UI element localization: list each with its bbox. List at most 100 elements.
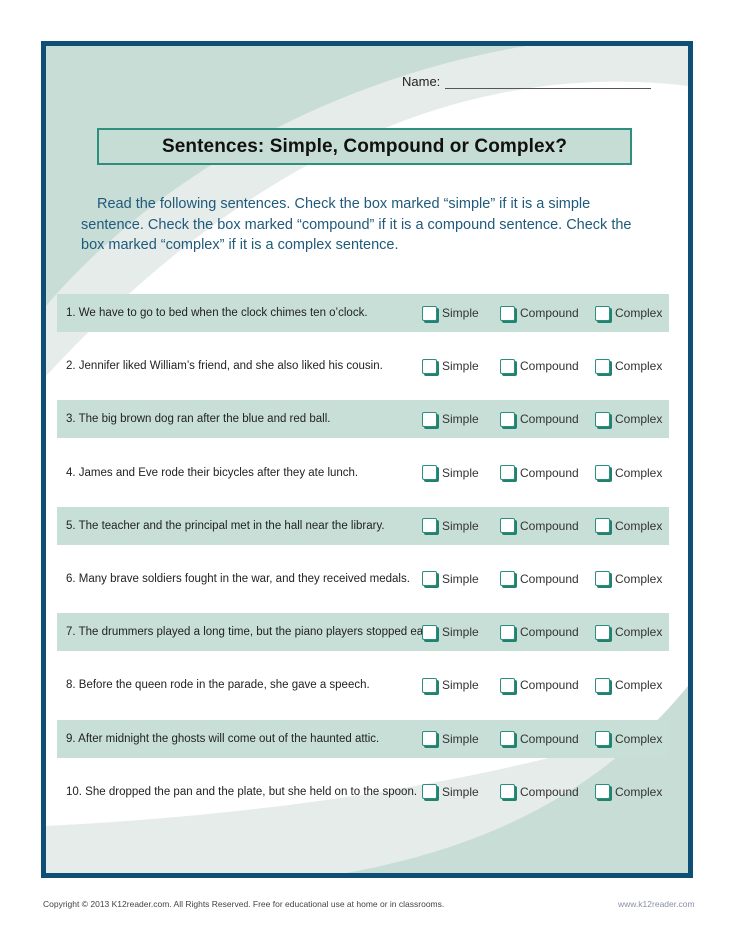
option-simple[interactable]: Simple xyxy=(422,358,479,374)
sentence-text: 5. The teacher and the principal met in … xyxy=(66,519,385,532)
option-label: Simple xyxy=(442,359,479,374)
option-complex[interactable]: Complex xyxy=(595,731,662,746)
worksheet-frame: Name: Sentences: Simple, Compound or Com… xyxy=(41,41,693,878)
option-complex[interactable]: Complex xyxy=(595,571,662,587)
option-simple[interactable]: Simple xyxy=(422,465,479,481)
option-label: Compound xyxy=(520,571,579,586)
option-compound[interactable]: Compound xyxy=(500,731,579,746)
checkbox-compound[interactable] xyxy=(500,784,515,800)
option-label: Complex xyxy=(615,359,663,374)
option-simple[interactable]: Simple xyxy=(422,784,479,800)
option-simple[interactable]: Simple xyxy=(422,305,479,321)
option-simple[interactable]: Simple xyxy=(422,571,479,587)
option-complex[interactable]: Complex xyxy=(595,677,663,693)
name-field[interactable]: Name: xyxy=(402,74,652,89)
checkbox-simple[interactable] xyxy=(422,677,437,693)
checkbox-compound[interactable] xyxy=(500,677,515,693)
checkbox-compound[interactable] xyxy=(500,305,515,321)
option-compound[interactable]: Compound xyxy=(500,571,579,587)
option-label: Complex xyxy=(615,306,663,320)
sentence-row: 1. We have to go to bed when the clock c… xyxy=(57,294,669,332)
site-url[interactable]: www.k12reader.com xyxy=(618,899,695,909)
option-label: Simple xyxy=(442,465,479,480)
instructions: Read the following sentences. Check the … xyxy=(81,196,632,253)
option-label: Simple xyxy=(442,518,479,533)
option-complex[interactable]: Complex xyxy=(595,784,662,800)
option-label: Complex xyxy=(615,465,663,480)
option-complex[interactable]: Complex xyxy=(595,624,663,640)
checkbox-complex[interactable] xyxy=(595,358,610,374)
checkbox-simple[interactable] xyxy=(422,305,437,321)
sentence-row: 5. The teacher and the principal met in … xyxy=(57,506,669,545)
sentence-row: 10. She dropped the pan and the plate, b… xyxy=(57,773,669,811)
checkbox-complex[interactable] xyxy=(595,624,610,640)
option-compound[interactable]: Compound xyxy=(500,465,579,481)
checkbox-simple[interactable] xyxy=(422,624,437,640)
checkbox-simple[interactable] xyxy=(422,358,437,374)
sentence-text: 2. Jennifer liked William’s friend, and … xyxy=(66,360,383,373)
checkbox-complex[interactable] xyxy=(595,465,610,481)
option-label: Compound xyxy=(520,625,579,640)
checkbox-complex[interactable] xyxy=(595,784,610,800)
sentence-row: 7. The drummers played a long time, but … xyxy=(57,613,669,652)
option-compound[interactable]: Compound xyxy=(500,305,579,321)
checkbox-simple[interactable] xyxy=(422,784,437,800)
checkbox-compound[interactable] xyxy=(500,411,515,427)
option-complex[interactable]: Complex xyxy=(595,411,662,427)
checkbox-complex[interactable] xyxy=(595,411,610,427)
sentence-text: 6. Many brave soldiers fought in the war… xyxy=(66,572,410,585)
option-label: Simple xyxy=(442,678,479,693)
option-simple[interactable]: Simple xyxy=(422,677,479,693)
name-blank-line[interactable] xyxy=(445,75,652,89)
checkbox-complex[interactable] xyxy=(595,571,610,587)
checkbox-compound[interactable] xyxy=(500,465,515,481)
option-label: Compound xyxy=(520,784,579,799)
sentence-text: 3. The big brown dog ran after the blue … xyxy=(66,413,331,426)
option-compound[interactable]: Compound xyxy=(500,358,579,374)
option-label: Compound xyxy=(520,359,579,374)
option-complex[interactable]: Complex xyxy=(595,518,662,534)
option-compound[interactable]: Compound xyxy=(500,677,579,693)
option-label: Compound xyxy=(520,412,579,427)
option-label: Complex xyxy=(615,678,663,693)
option-simple[interactable]: Simple xyxy=(422,731,479,746)
checkbox-simple[interactable] xyxy=(422,518,437,534)
option-label: Complex xyxy=(615,731,663,746)
checkbox-simple[interactable] xyxy=(422,731,437,746)
sentence-row: 9. After midnight the ghosts will come o… xyxy=(57,719,669,758)
sentence-text: 4. James and Eve rode their bicycles aft… xyxy=(66,466,359,479)
sentence-list: 1. We have to go to bed when the clock c… xyxy=(57,294,669,826)
option-label: Complex xyxy=(615,625,663,640)
checkbox-compound[interactable] xyxy=(500,571,515,587)
checkbox-complex[interactable] xyxy=(595,677,610,693)
option-simple[interactable]: Simple xyxy=(422,624,479,640)
option-compound[interactable]: Compound xyxy=(500,411,579,427)
option-compound[interactable]: Compound xyxy=(500,624,579,640)
option-simple[interactable]: Simple xyxy=(422,518,479,534)
sentence-text: 8. Before the queen rode in the parade, … xyxy=(66,679,370,692)
sentence-row: 4. James and Eve rode their bicycles aft… xyxy=(57,454,669,492)
checkbox-complex[interactable] xyxy=(595,518,610,534)
sentence-text: 7. The drummers played a long time, but … xyxy=(66,626,438,639)
option-complex[interactable]: Complex xyxy=(595,465,663,481)
checkbox-compound[interactable] xyxy=(500,624,515,640)
checkbox-simple[interactable] xyxy=(422,465,437,481)
option-complex[interactable]: Complex xyxy=(595,305,663,321)
option-label: Simple xyxy=(442,731,479,746)
checkbox-compound[interactable] xyxy=(500,358,515,374)
option-complex[interactable]: Complex xyxy=(595,358,663,374)
checkbox-compound[interactable] xyxy=(500,731,515,746)
sentence-text: 9. After midnight the ghosts will come o… xyxy=(66,732,380,745)
option-compound[interactable]: Compound xyxy=(500,784,579,800)
sentence-row: 6. Many brave soldiers fought in the war… xyxy=(57,560,669,598)
option-simple[interactable]: Simple xyxy=(422,411,479,427)
option-label: Compound xyxy=(520,731,579,746)
checkbox-simple[interactable] xyxy=(422,571,437,587)
checkbox-compound[interactable] xyxy=(500,518,515,534)
option-compound[interactable]: Compound xyxy=(500,518,579,534)
checkbox-complex[interactable] xyxy=(595,305,610,321)
checkbox-complex[interactable] xyxy=(595,731,610,746)
checkbox-simple[interactable] xyxy=(422,411,437,427)
option-label: Simple xyxy=(442,306,479,320)
option-label: Compound xyxy=(520,465,579,480)
